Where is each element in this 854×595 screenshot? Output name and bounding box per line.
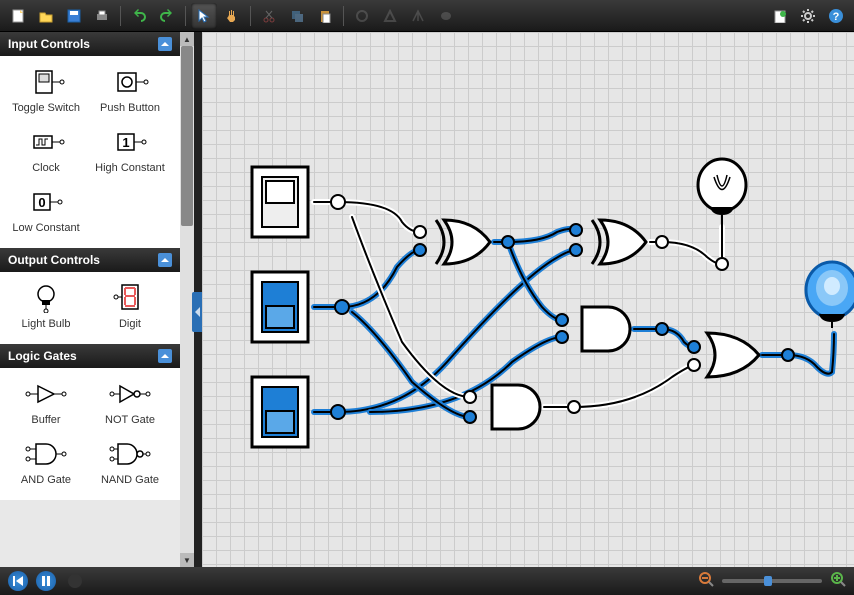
component-label: Push Button xyxy=(88,102,172,114)
panel-title: Input Controls xyxy=(8,37,90,51)
splitter[interactable] xyxy=(194,32,202,567)
zoom-slider-thumb[interactable] xyxy=(764,576,772,586)
open-file-button[interactable] xyxy=(33,3,59,29)
light-bulb-1[interactable] xyxy=(698,159,746,215)
collapse-icon[interactable] xyxy=(158,253,172,267)
paste-button[interactable] xyxy=(312,3,338,29)
collapse-icon[interactable] xyxy=(158,349,172,363)
component-high-constant[interactable]: 1 High Constant xyxy=(88,122,172,182)
copy-button[interactable] xyxy=(284,3,310,29)
shape-circle-button[interactable] xyxy=(349,3,375,29)
component-label: Clock xyxy=(4,162,88,174)
toggle-switch-2[interactable] xyxy=(252,272,308,342)
zoom-in-icon[interactable] xyxy=(830,571,846,592)
component-nand-gate[interactable]: NAND Gate xyxy=(88,434,172,494)
export-button[interactable] xyxy=(767,3,793,29)
and-gate-1[interactable] xyxy=(492,385,540,429)
panel-title: Logic Gates xyxy=(8,349,77,363)
separator xyxy=(250,6,251,26)
undo-button[interactable] xyxy=(126,3,152,29)
component-light-bulb[interactable]: Light Bulb xyxy=(4,278,88,338)
main-area: Input Controls Toggle Switch Push Button… xyxy=(0,32,854,567)
component-toggle-switch[interactable]: Toggle Switch xyxy=(4,62,88,122)
xor-gate-1[interactable] xyxy=(436,220,490,264)
new-file-button[interactable] xyxy=(5,3,31,29)
svg-text:1: 1 xyxy=(122,135,129,150)
select-tool-button[interactable] xyxy=(191,3,217,29)
shape-triangle-button[interactable] xyxy=(377,3,403,29)
shape-mirror-button[interactable] xyxy=(405,3,431,29)
svg-text:?: ? xyxy=(833,11,840,23)
component-low-constant[interactable]: 0 Low Constant xyxy=(4,182,88,242)
component-label: Light Bulb xyxy=(4,318,88,330)
separator xyxy=(343,6,344,26)
panel-header-logic-gates[interactable]: Logic Gates xyxy=(0,344,180,368)
component-label: AND Gate xyxy=(4,474,88,486)
zoom-controls xyxy=(698,571,846,592)
save-file-button[interactable] xyxy=(61,3,87,29)
help-button[interactable]: ? xyxy=(823,3,849,29)
component-label: Low Constant xyxy=(4,222,88,234)
pan-tool-button[interactable] xyxy=(219,3,245,29)
scroll-thumb[interactable] xyxy=(181,46,193,226)
panel-title: Output Controls xyxy=(8,253,100,267)
print-button[interactable] xyxy=(89,3,115,29)
panel-body-logic-gates: Buffer NOT Gate AND Gate NAND Gate xyxy=(0,368,180,500)
panel-header-input-controls[interactable]: Input Controls xyxy=(0,32,180,56)
restart-button[interactable] xyxy=(8,571,28,591)
collapse-icon[interactable] xyxy=(158,37,172,51)
component-label: Toggle Switch xyxy=(4,102,88,114)
svg-text:0: 0 xyxy=(38,195,45,210)
circuit-canvas[interactable] xyxy=(202,32,854,567)
xor-gate-2[interactable] xyxy=(592,220,646,264)
zoom-slider[interactable] xyxy=(722,579,822,583)
component-sidebar: Input Controls Toggle Switch Push Button… xyxy=(0,32,180,567)
panel-body-output-controls: Light Bulb Digit xyxy=(0,272,180,344)
component-push-button[interactable]: Push Button xyxy=(88,62,172,122)
component-label: NOT Gate xyxy=(88,414,172,426)
component-digit[interactable]: Digit xyxy=(88,278,172,338)
cut-button[interactable] xyxy=(256,3,282,29)
component-label: High Constant xyxy=(88,162,172,174)
component-label: Digit xyxy=(88,318,172,330)
scroll-up-button[interactable]: ▲ xyxy=(180,32,194,46)
toggle-switch-3[interactable] xyxy=(252,377,308,447)
pause-button[interactable] xyxy=(36,571,56,591)
panel-body-input-controls: Toggle Switch Push Button Clock 1 High C… xyxy=(0,56,180,248)
or-gate-1[interactable] xyxy=(707,333,759,377)
scroll-down-button[interactable]: ▼ xyxy=(180,553,194,567)
separator xyxy=(185,6,186,26)
component-not-gate[interactable]: NOT Gate xyxy=(88,374,172,434)
component-clock[interactable]: Clock xyxy=(4,122,88,182)
zoom-out-icon[interactable] xyxy=(698,571,714,592)
redo-button[interactable] xyxy=(154,3,180,29)
component-label: Buffer xyxy=(4,414,88,426)
simulation-state-indicator xyxy=(68,574,82,588)
main-toolbar: ? xyxy=(0,0,854,32)
bottom-bar xyxy=(0,567,854,595)
component-and-gate[interactable]: AND Gate xyxy=(4,434,88,494)
separator xyxy=(120,6,121,26)
component-buffer[interactable]: Buffer xyxy=(4,374,88,434)
panel-header-output-controls[interactable]: Output Controls xyxy=(0,248,180,272)
shape-blob-button[interactable] xyxy=(433,3,459,29)
component-label: NAND Gate xyxy=(88,474,172,486)
settings-button[interactable] xyxy=(795,3,821,29)
light-bulb-2[interactable] xyxy=(806,262,854,322)
toggle-switch-1[interactable] xyxy=(252,167,308,237)
and-gate-2[interactable] xyxy=(582,307,630,351)
circuit-svg xyxy=(202,32,854,567)
